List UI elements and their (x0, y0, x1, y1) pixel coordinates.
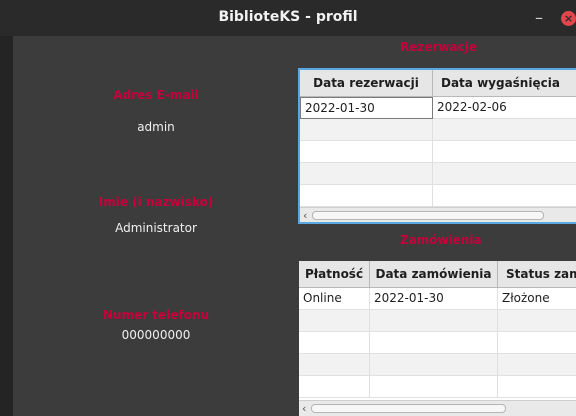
table-row (299, 332, 576, 354)
scroll-left-icon[interactable]: ‹ (302, 401, 306, 416)
profile-window: BiblioteKS - profil – × Adres E-mail adm… (0, 0, 576, 416)
table-cell (299, 376, 370, 398)
name-value: Administrator (115, 221, 197, 235)
table-cell[interactable]: Złożone (498, 288, 576, 310)
table-cell[interactable]: 2022-02-06 (433, 97, 576, 119)
table-row[interactable]: 2022-01-30 2022-02-06 (300, 97, 576, 119)
column-header[interactable]: Data wygaśnięcia (433, 70, 576, 96)
table-row (300, 119, 576, 141)
horizontal-scrollbar[interactable]: ‹ (300, 207, 576, 222)
column-header[interactable]: Płatność (299, 261, 370, 287)
table-row (299, 354, 576, 376)
content-panel: Adres E-mail admin Imie (i nazwisko) Adm… (13, 36, 576, 416)
table-cell (370, 310, 498, 332)
reservations-title: Rezerwacje (400, 40, 477, 54)
email-value: admin (137, 120, 175, 134)
column-header[interactable]: Data rezerwacji (300, 70, 433, 96)
scrollbar-thumb[interactable] (312, 211, 544, 220)
table-cell (300, 163, 433, 185)
reservations-header: Data rezerwacji Data wygaśnięcia (300, 70, 576, 97)
table-cell (433, 119, 576, 141)
table-cell (300, 119, 433, 141)
orders-header: Płatność Data zamówienia Status zamówien… (299, 261, 576, 288)
close-icon[interactable]: × (561, 11, 576, 26)
name-label: Imie (i nazwisko) (98, 195, 214, 209)
table-cell (370, 354, 498, 376)
table-cell (433, 185, 576, 207)
title-bar[interactable]: BiblioteKS - profil – × (0, 0, 576, 36)
orders-title: Zamówienia (400, 233, 482, 247)
email-label: Adres E-mail (113, 88, 199, 102)
table-row[interactable]: Online 2022-01-30 Złożone (299, 288, 576, 310)
table-row (299, 310, 576, 332)
orders-table[interactable]: Płatność Data zamówienia Status zamówien… (299, 261, 576, 416)
horizontal-scrollbar[interactable]: ‹ (299, 400, 576, 416)
table-cell (300, 185, 433, 207)
table-cell[interactable]: Online (299, 288, 370, 310)
phone-value: 000000000 (121, 328, 191, 342)
column-header[interactable]: Data zamówienia (370, 261, 498, 287)
column-header[interactable]: Status zamówienia (498, 261, 576, 287)
table-cell (498, 310, 576, 332)
table-cell (433, 163, 576, 185)
table-row (300, 163, 576, 185)
table-row (299, 376, 576, 398)
window-left-frame (0, 36, 13, 416)
table-cell (299, 354, 370, 376)
table-cell (370, 376, 498, 398)
window-title: BiblioteKS - profil (218, 9, 358, 25)
table-row (300, 141, 576, 163)
table-cell (433, 141, 576, 163)
table-cell (299, 332, 370, 354)
table-cell (498, 332, 576, 354)
table-cell (498, 354, 576, 376)
table-cell[interactable]: 2022-01-30 (300, 97, 433, 119)
reservations-table[interactable]: Data rezerwacji Data wygaśnięcia 2022-01… (298, 68, 576, 224)
scroll-left-icon[interactable]: ‹ (303, 208, 307, 222)
table-cell (300, 141, 433, 163)
table-cell (299, 310, 370, 332)
table-row (300, 185, 576, 207)
table-cell (498, 376, 576, 398)
minimize-icon[interactable]: – (535, 8, 543, 27)
scrollbar-thumb[interactable] (311, 404, 506, 413)
table-cell[interactable]: 2022-01-30 (370, 288, 498, 310)
table-cell (370, 332, 498, 354)
phone-label: Numer telefonu (102, 308, 209, 322)
